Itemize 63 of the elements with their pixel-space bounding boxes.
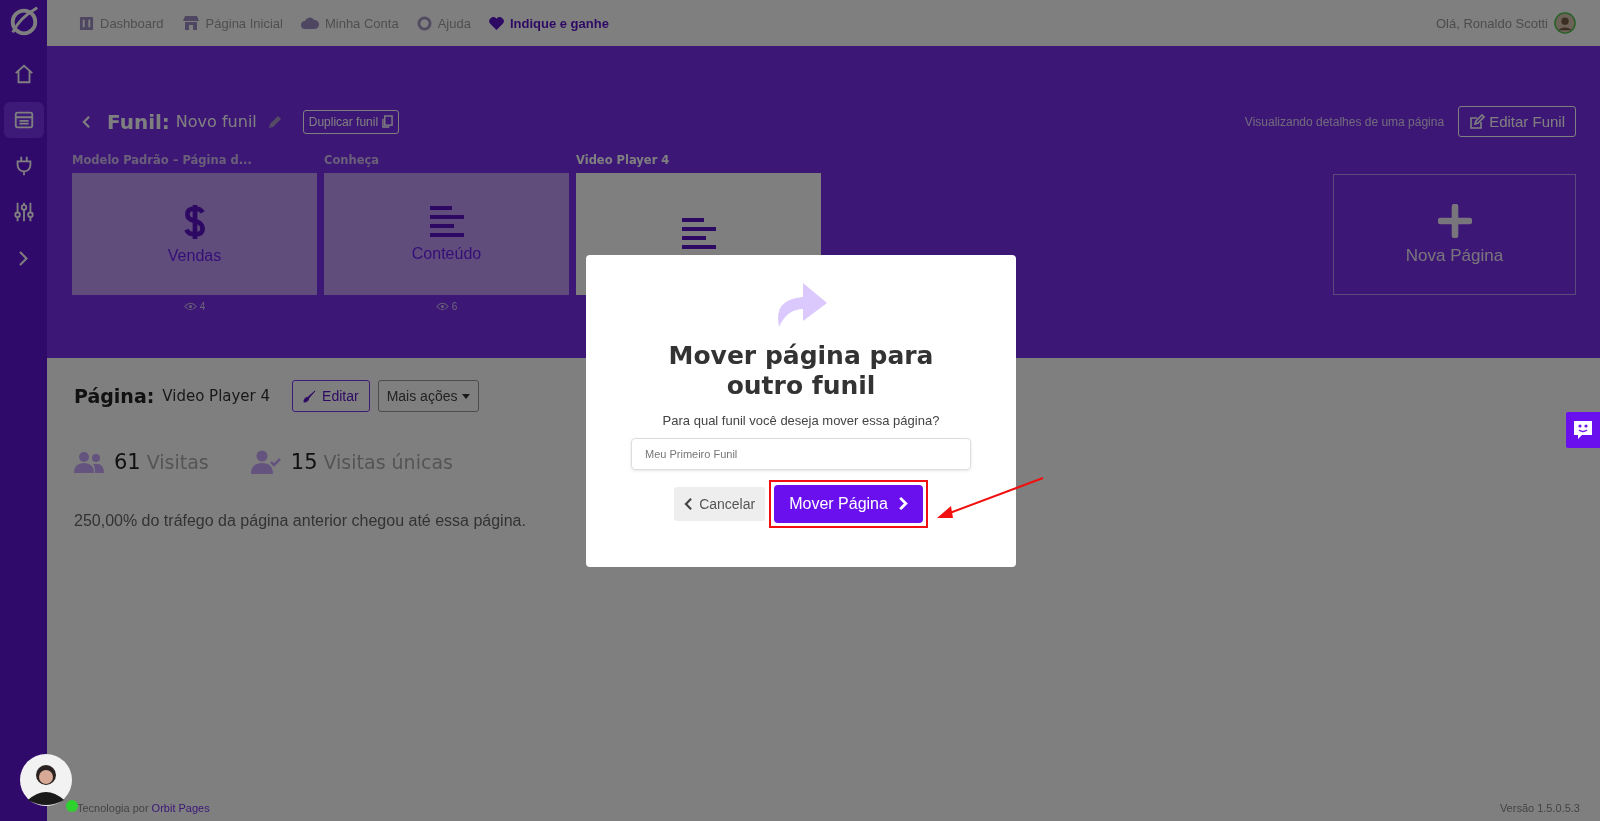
- status-text: Visualizando detalhes de uma página: [1244, 114, 1445, 129]
- chat-smile-icon: [1572, 419, 1594, 441]
- edit-button[interactable]: Editar: [292, 380, 370, 412]
- caret-icon: [462, 393, 471, 399]
- new-page-label: Nova Página: [1405, 245, 1504, 266]
- avatar[interactable]: [1554, 12, 1576, 34]
- plus-icon: [1437, 203, 1472, 238]
- support-avatar[interactable]: [20, 754, 78, 812]
- page-title: Modelo Padrão – Página d...: [72, 153, 253, 169]
- view-count: 4: [72, 301, 317, 312]
- users-icon: [74, 451, 104, 473]
- orbit-pages-link[interactable]: Orbit Pages: [151, 802, 210, 814]
- page-type: Conteúdo: [411, 245, 482, 263]
- page-title: Video Player 4: [576, 153, 671, 169]
- traffic-note: 250,00% do tráfego da página anterior chegou até essa página.: [74, 512, 527, 530]
- page-type: Vendas: [167, 247, 222, 265]
- copy-icon: [382, 115, 394, 128]
- funnel-select[interactable]: Meu Primeiro Funil: [631, 437, 971, 470]
- dialog-question: Para qual funil você deseja mover essa página?: [662, 412, 940, 428]
- page-name: Video Player 4: [162, 387, 271, 405]
- sidebar-item[interactable]: [3, 102, 44, 138]
- chevron-left-icon: [684, 497, 694, 510]
- avatar: [20, 754, 72, 806]
- brush-icon: [303, 389, 317, 403]
- view-count: 6: [324, 301, 569, 312]
- page-title: Conheça: [324, 153, 381, 169]
- edit-funnel-button[interactable]: Editar Funil: [1458, 106, 1576, 137]
- funnel-name: Novo funil: [175, 112, 257, 131]
- funnel-label: Funil:: [107, 109, 170, 134]
- back-icon[interactable]: [82, 114, 91, 129]
- dialog-title: Mover página para outro funil: [667, 340, 935, 401]
- browser-icon: [12, 109, 35, 131]
- text-align-icon: [681, 217, 716, 251]
- duplicate-funnel-button[interactable]: Duplicar funil: [302, 109, 400, 134]
- chevron-right-icon: [19, 250, 28, 266]
- online-status-dot: [66, 800, 78, 812]
- store-icon: [181, 15, 200, 31]
- stat-value: 61: [114, 450, 141, 474]
- cloud-icon: [300, 17, 319, 29]
- credit-text: Tecnologia por Orbit Pages: [77, 802, 210, 814]
- page-card[interactable]: Vendas: [72, 173, 317, 295]
- sliders-icon: [12, 201, 35, 223]
- dashboard-icon: [79, 15, 94, 31]
- page-card[interactable]: Conteúdo: [324, 173, 569, 295]
- new-page-card[interactable]: Nova Página: [1333, 174, 1576, 295]
- stat-value: 15: [290, 450, 318, 474]
- move-page-button[interactable]: Mover Página: [774, 484, 923, 523]
- chat-button[interactable]: [1566, 412, 1600, 448]
- more-actions-dropdown[interactable]: Mais ações: [377, 380, 480, 412]
- eye-icon: [435, 302, 449, 311]
- version-text: Versão 1.5.0.5.3: [1499, 802, 1580, 814]
- chevron-right-icon: [897, 496, 908, 511]
- home-icon: [12, 63, 35, 85]
- user-check-icon: [250, 450, 281, 474]
- heart-icon: [488, 16, 504, 30]
- edit-icon: [1469, 113, 1486, 130]
- eye-icon: [183, 302, 197, 311]
- nav-link[interactable]: Indique e ganhe: [488, 15, 609, 31]
- cancel-button[interactable]: Cancelar: [674, 486, 766, 521]
- page-label: Página:: [74, 385, 155, 407]
- dollar-icon: [182, 203, 207, 241]
- lifebuoy-icon: [416, 15, 432, 31]
- text-align-icon: [429, 205, 464, 239]
